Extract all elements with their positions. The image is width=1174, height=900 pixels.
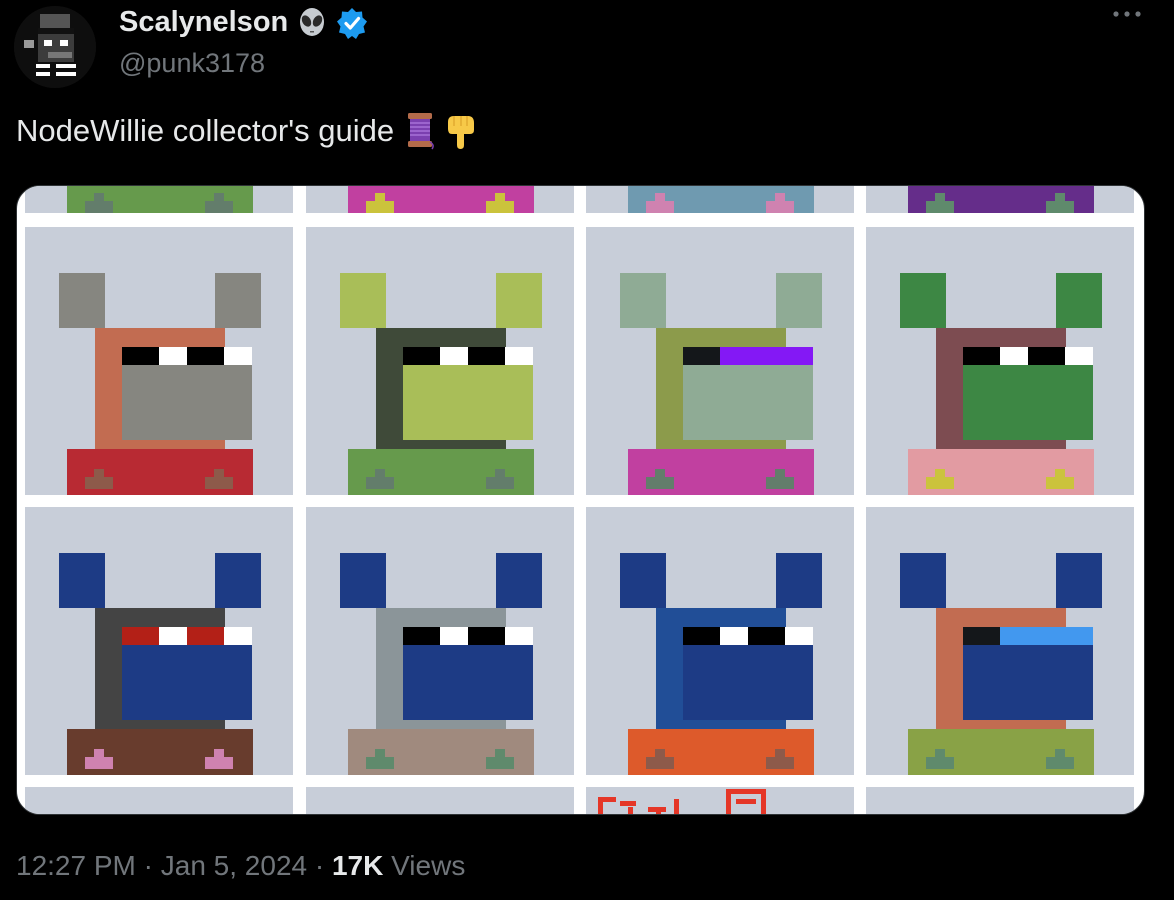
post-time[interactable]: 12:27 PM [16,850,136,881]
avatar-image [14,6,96,88]
thread-emoji-icon [402,112,436,150]
character-tile[interactable] [25,227,293,495]
character-tile-partial[interactable] [25,186,293,213]
views-label: Views [391,850,466,881]
character-tile-partial[interactable] [866,787,1134,814]
character-tile-partial[interactable] [586,787,854,814]
pointing-down-emoji-icon [444,112,478,150]
media-image[interactable] [16,185,1145,815]
character-tile[interactable] [586,227,854,495]
separator: · [143,850,153,881]
verified-badge-icon[interactable] [336,7,368,39]
character-tile[interactable] [25,507,293,775]
character-tile[interactable] [586,507,854,775]
tweet-text: NodeWillie collector's guide [16,113,395,148]
character-tile-partial[interactable] [25,787,293,814]
character-tile[interactable] [866,227,1134,495]
author-handle[interactable]: @punk3178 [119,48,265,79]
tweet-text-row: NodeWillie collector's guide [16,112,478,150]
author-row: Scalynelson [119,6,368,39]
views-count: 17K [331,850,384,881]
alien-emoji-icon [296,7,328,39]
more-icon[interactable] [1112,10,1142,18]
tweet-metadata: 12:27 PM · Jan 5, 2024 · 17K Views [16,850,465,882]
character-tile[interactable] [866,507,1134,775]
character-tile[interactable] [306,507,574,775]
separator: · [314,850,325,881]
character-tile-partial[interactable] [586,186,854,213]
author-display-name[interactable]: Scalynelson [119,6,288,39]
post-date[interactable]: Jan 5, 2024 [161,850,307,881]
character-tile[interactable] [306,227,574,495]
character-tile-partial[interactable] [866,186,1134,213]
avatar[interactable] [14,6,96,88]
character-tile-partial[interactable] [306,787,574,814]
character-tile-partial[interactable] [306,186,574,213]
